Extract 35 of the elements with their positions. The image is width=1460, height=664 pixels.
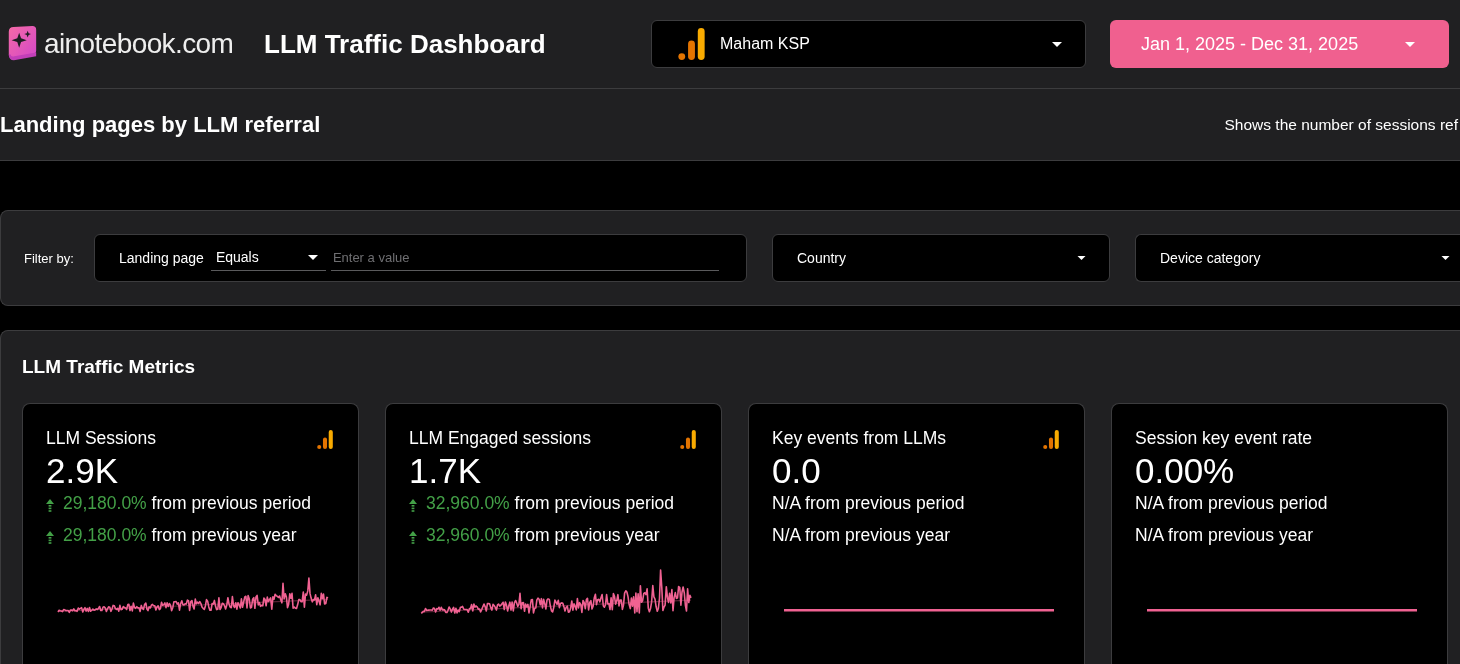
caret-down-icon [1077,256,1086,260]
filter-field-label: Landing page [119,248,204,268]
section-title: Landing pages by LLM referral [0,110,321,139]
dashboard-title: LLM Traffic Dashboard [264,29,546,59]
metric-title: LLM Engaged sessions [409,427,591,449]
change-text: 29,180.0% from previous period [63,491,312,515]
caret-down-icon [307,255,318,260]
metric-value: 0.0 [772,452,822,490]
metric-value: 1.7K [409,452,482,490]
value-input[interactable]: Enter a value [330,245,719,271]
caret-down-icon [1441,256,1450,260]
change-text: N/A from previous period [772,491,965,515]
change-text: 29,180.0% from previous year [63,523,297,547]
logo-text: ainotebook.com [44,27,234,61]
change-text: N/A from previous year [772,523,950,547]
account-dropdown[interactable]: Maham KSP [651,20,1086,68]
metrics-title: LLM Traffic Metrics [22,356,196,377]
metric-title: LLM Sessions [46,427,156,449]
caret-down-icon [1052,41,1062,47]
landing-page-filter[interactable]: Landing page Equals Enter a value [94,234,747,282]
change-text: N/A from previous period [1135,491,1328,515]
operator-dropdown[interactable]: Equals [210,245,326,271]
filter-dropdown[interactable]: Country [772,234,1110,282]
filter-dropdown[interactable]: Device category [1135,234,1460,282]
change-text: 32,960.0% from previous period [426,491,675,515]
caret-down-icon [1405,41,1415,47]
metric-title: Key events from LLMs [772,427,947,449]
metric-value: 2.9K [46,452,119,490]
change-text: 32,960.0% from previous year [426,523,660,547]
metric-title: Session key event rate [1135,427,1313,449]
filter-label: Filter by: [24,251,74,266]
analytics-icon [678,28,705,60]
change-text: N/A from previous year [1135,523,1313,547]
section-description: Shows the number of sessions ref [1224,114,1459,135]
metric-value: 0.00% [1135,452,1236,490]
